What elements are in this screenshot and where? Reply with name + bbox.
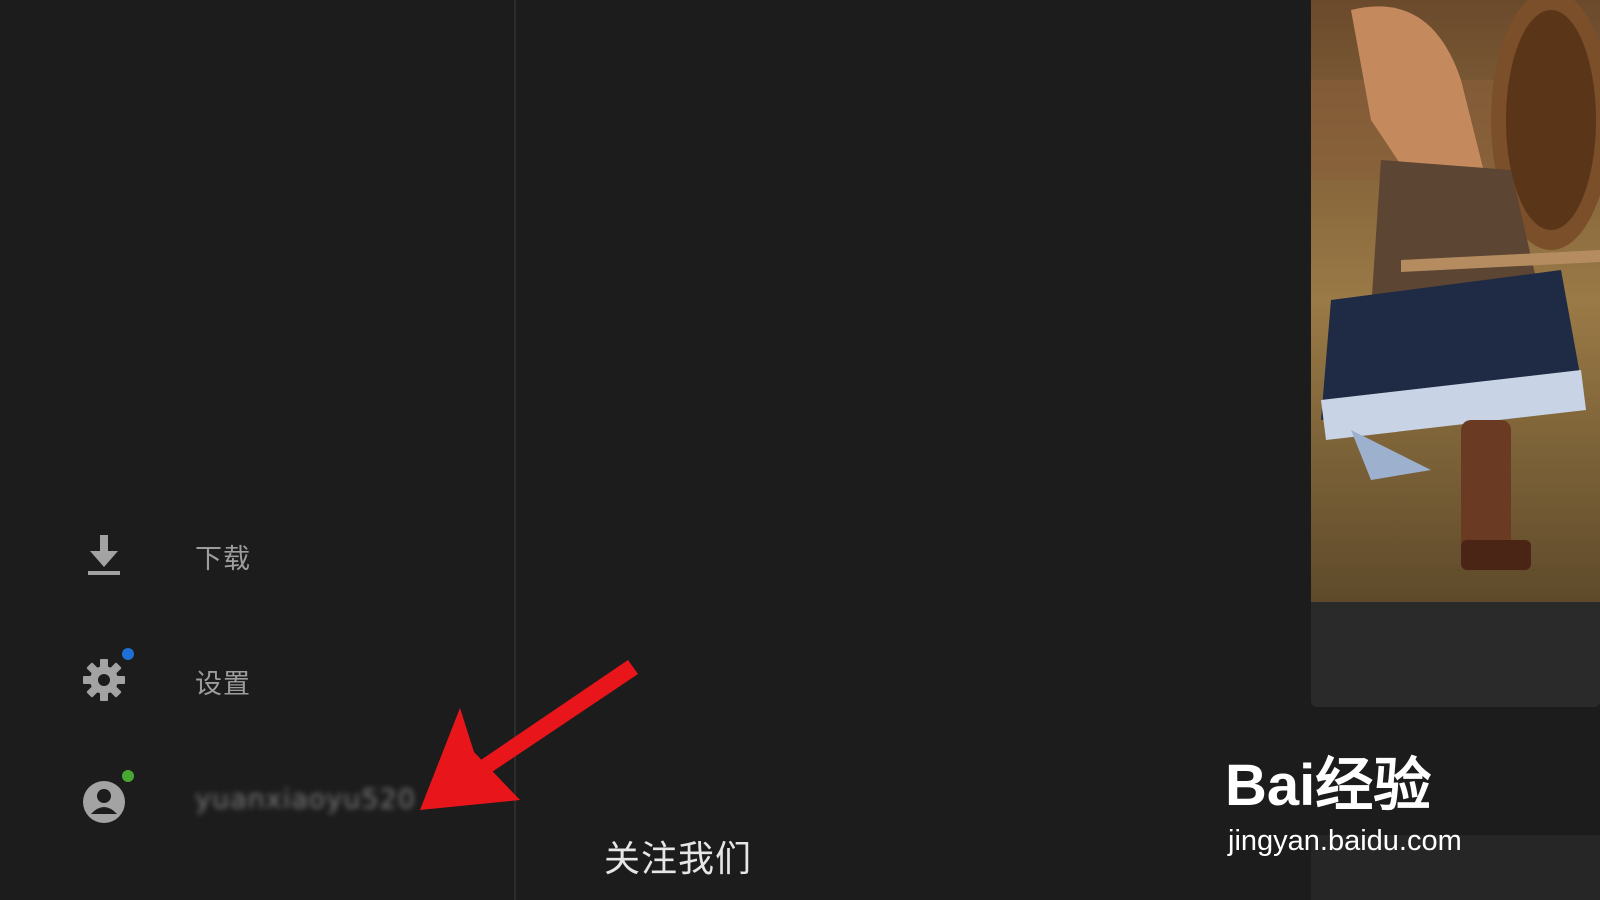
- watermark-url: jingyan.baidu.com: [1228, 825, 1462, 857]
- watermark-brand: Bai经验: [1225, 753, 1431, 818]
- settings-badge-dot: [122, 648, 134, 660]
- user-icon: [82, 780, 126, 824]
- username-label: yuanxiaoyu520: [195, 784, 416, 815]
- download-icon: [82, 533, 126, 577]
- follow-us-link[interactable]: 关注我们: [604, 830, 752, 882]
- sidebar-item-label: 设置: [195, 669, 251, 700]
- banner-caption-card[interactable]: [1311, 602, 1600, 707]
- status-badge-dot: [122, 770, 134, 782]
- sidebar-item-partial[interactable]: [0, 0, 514, 10]
- game-banner-image[interactable]: [1311, 0, 1600, 602]
- sidebar-item-download[interactable]: 下载: [0, 515, 514, 595]
- sidebar-item-label: 下载: [195, 544, 251, 575]
- red-arrow-annotation: [420, 660, 638, 810]
- gear-icon: [82, 658, 126, 702]
